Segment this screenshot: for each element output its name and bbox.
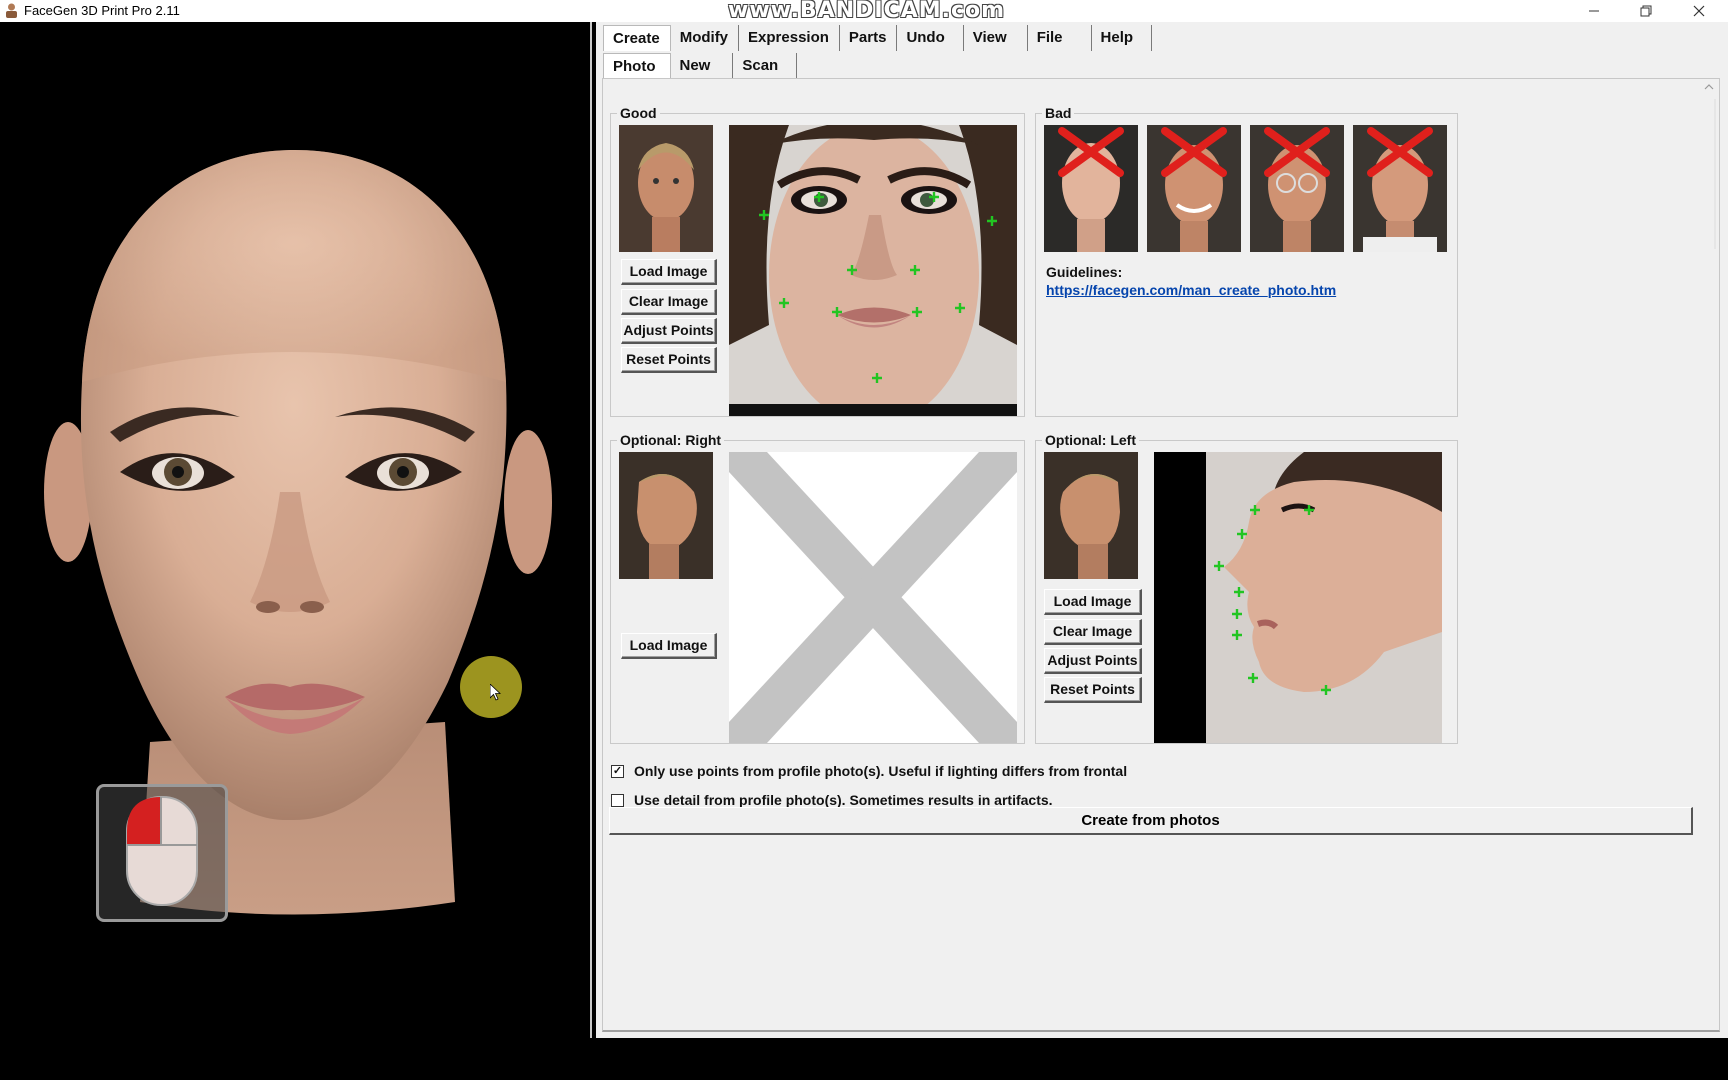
left-profile-photo[interactable] xyxy=(1154,452,1442,743)
vertical-scrollbar[interactable] xyxy=(1702,79,1716,1031)
bad-group: Bad Guidelines: https://facegen.com/man_… xyxy=(1035,105,1458,417)
good-clear-image-button[interactable]: Clear Image xyxy=(621,289,717,315)
right-load-image-button[interactable]: Load Image xyxy=(621,633,717,659)
restore-button[interactable] xyxy=(1623,0,1669,22)
mouse-click-indicator xyxy=(96,784,228,922)
screen-bottom-strip xyxy=(0,1038,1728,1080)
profile-feature-points xyxy=(1214,505,1331,695)
close-icon xyxy=(1693,5,1705,17)
right-profile-example-thumbnail xyxy=(619,452,713,579)
bad-group-label: Bad xyxy=(1042,105,1075,121)
good-adjust-points-button[interactable]: Adjust Points xyxy=(621,318,717,344)
profile-detail-option-label: Use detail from profile photo(s). Someti… xyxy=(634,792,1053,808)
empty-image-x-icon xyxy=(729,452,1017,743)
left-adjust-points-button[interactable]: Adjust Points xyxy=(1044,648,1142,674)
frontal-photo[interactable] xyxy=(729,125,1017,416)
mouse-pointer-icon xyxy=(490,684,502,701)
bad-example-thumbnail-2 xyxy=(1147,125,1241,252)
main-tab-bar: Create Modify Expression Parts Undo View… xyxy=(603,25,1153,51)
good-example-thumbnail xyxy=(619,125,713,252)
left-clear-image-button[interactable]: Clear Image xyxy=(1044,619,1142,645)
tab-parts[interactable]: Parts xyxy=(840,25,898,51)
tab-undo[interactable]: Undo xyxy=(897,25,964,51)
create-from-photos-button[interactable]: Create from photos xyxy=(609,807,1693,835)
left-profile-example-thumbnail xyxy=(1044,452,1138,579)
close-button[interactable] xyxy=(1676,0,1722,22)
good-group-label: Good xyxy=(617,105,660,121)
frontal-feature-points xyxy=(759,192,997,383)
optional-left-group-label: Optional: Left xyxy=(1042,432,1139,448)
minimize-icon xyxy=(1589,10,1599,12)
restore-icon xyxy=(1640,5,1652,17)
3d-head-model xyxy=(44,150,552,915)
left-reset-points-button[interactable]: Reset Points xyxy=(1044,677,1142,703)
optional-right-group-label: Optional: Right xyxy=(617,432,725,448)
title-bar: FaceGen 3D Print Pro 2.11 www.BANDICAM.c… xyxy=(0,0,1728,23)
window-title: FaceGen 3D Print Pro 2.11 xyxy=(24,3,180,18)
right-profile-placeholder[interactable] xyxy=(729,452,1017,743)
left-load-image-button[interactable]: Load Image xyxy=(1044,589,1142,615)
sub-tab-bar: Photo New Scan xyxy=(603,53,798,79)
good-load-image-button[interactable]: Load Image xyxy=(621,259,717,285)
profile-detail-checkbox[interactable] xyxy=(611,793,624,807)
scroll-up-icon[interactable] xyxy=(1704,84,1714,90)
guidelines-label: Guidelines: xyxy=(1046,264,1123,280)
optional-left-group: Optional: Left Load Image Clear Image Ad… xyxy=(1035,432,1458,744)
cursor-highlight xyxy=(460,656,522,718)
control-panel: Create Modify Expression Parts Undo View… xyxy=(596,22,1728,1038)
app-icon xyxy=(6,3,17,18)
optional-right-group: Optional: Right Load Image xyxy=(610,432,1025,744)
bad-example-thumbnail-3 xyxy=(1250,125,1344,252)
tab-expression[interactable]: Expression xyxy=(739,25,840,51)
profile-detail-option[interactable]: Use detail from profile photo(s). Someti… xyxy=(611,792,1053,808)
tab-create[interactable]: Create xyxy=(603,25,671,51)
profile-points-checkbox[interactable]: ✓ xyxy=(611,764,624,778)
3d-viewport[interactable] xyxy=(0,22,592,1038)
tab-file[interactable]: File xyxy=(1028,25,1092,51)
tab-help[interactable]: Help xyxy=(1092,25,1153,51)
tab-view[interactable]: View xyxy=(964,25,1028,51)
recorder-watermark: www.BANDICAM.com xyxy=(728,0,1006,23)
tab-modify[interactable]: Modify xyxy=(671,25,740,51)
photo-tab-content: Good Load Image Clear Image Adjust Point… xyxy=(602,78,1720,1032)
profile-points-option[interactable]: ✓ Only use points from profile photo(s).… xyxy=(611,763,1127,779)
good-group: Good Load Image Clear Image Adjust Point… xyxy=(610,105,1025,417)
profile-points-option-label: Only use points from profile photo(s). U… xyxy=(634,763,1128,779)
minimize-button[interactable] xyxy=(1571,0,1617,22)
mouse-icon xyxy=(126,796,198,906)
tab-photo[interactable]: Photo xyxy=(603,53,671,79)
bad-example-thumbnail-1 xyxy=(1044,125,1138,252)
tab-scan[interactable]: Scan xyxy=(733,53,798,79)
good-reset-points-button[interactable]: Reset Points xyxy=(621,347,717,373)
bad-example-thumbnail-4 xyxy=(1353,125,1447,252)
tab-new[interactable]: New xyxy=(671,53,734,79)
guidelines-link[interactable]: https://facegen.com/man_create_photo.htm xyxy=(1046,282,1336,298)
